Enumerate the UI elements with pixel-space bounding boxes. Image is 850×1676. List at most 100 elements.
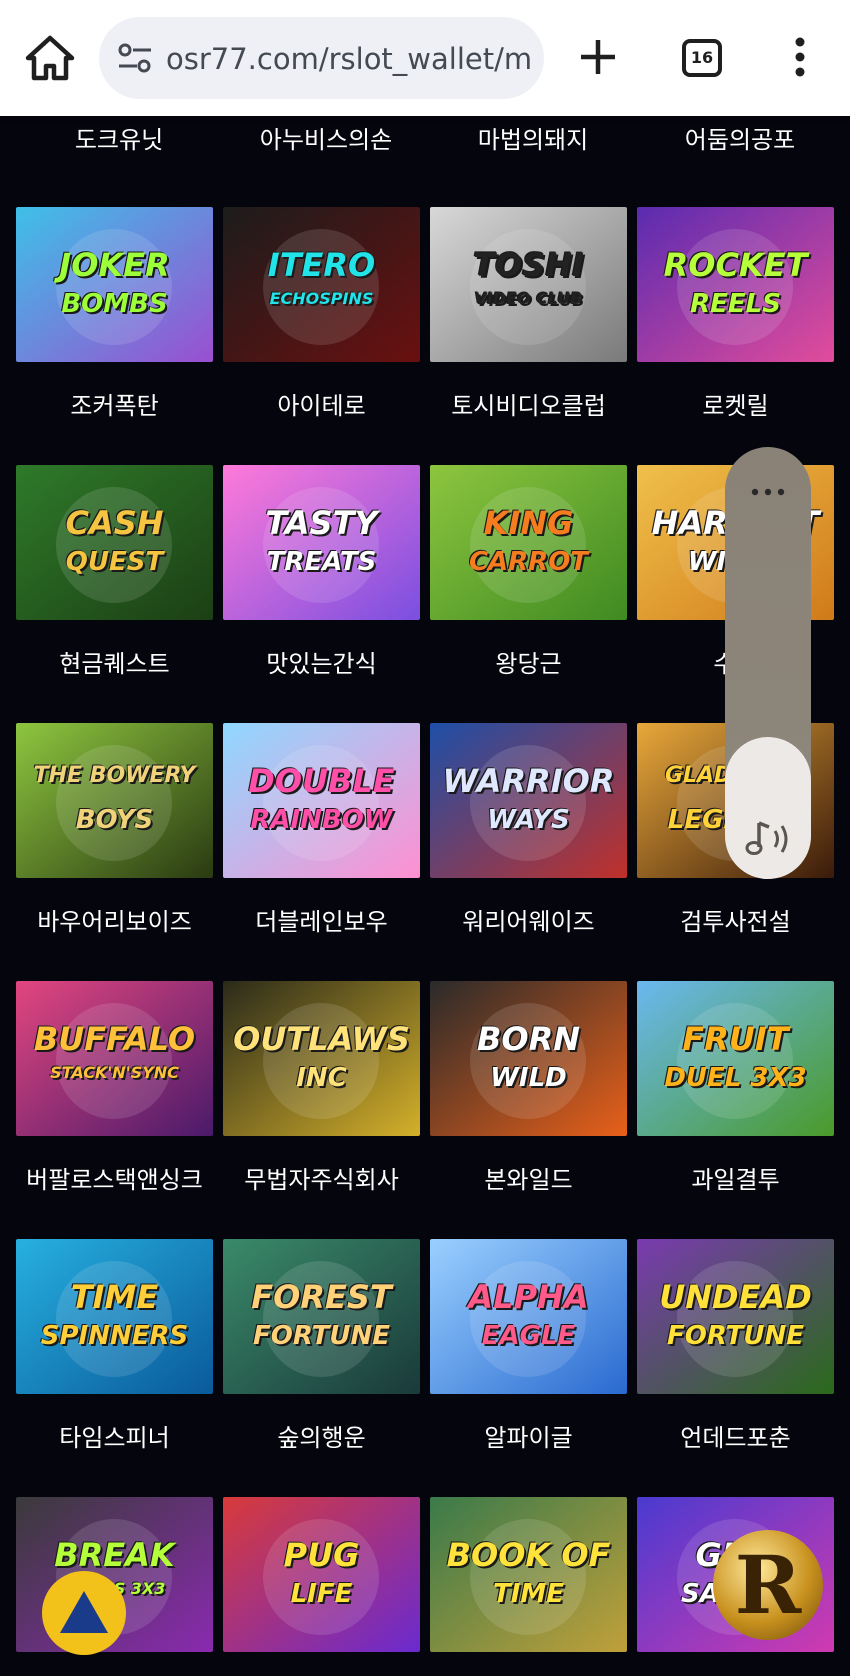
game-label[interactable]: 알파이글 bbox=[425, 1418, 632, 1453]
game-art-subtitle: RAINBOW bbox=[250, 805, 393, 835]
game-art-subtitle: FORTUNE bbox=[252, 1321, 391, 1351]
game-art-title: WARRIOR bbox=[442, 762, 615, 800]
game-artwork bbox=[430, 465, 627, 620]
floating-action-button[interactable] bbox=[42, 1571, 126, 1655]
game-thumbnail[interactable]: ALPHA EAGLE bbox=[430, 1239, 627, 1394]
game-artwork bbox=[430, 981, 627, 1136]
game-thumbnail[interactable]: UNDEAD FORTUNE bbox=[637, 1239, 834, 1394]
address-bar[interactable]: osr77.com/rslot_wallet/m/in bbox=[99, 17, 544, 99]
game-thumbnail[interactable]: BORN WILD bbox=[430, 981, 627, 1136]
plus-icon[interactable] bbox=[578, 36, 618, 78]
game-thumbnail[interactable]: ROCKET REELS bbox=[637, 207, 834, 362]
game-label[interactable]: 바우어리보이즈 bbox=[11, 902, 218, 937]
game-art-title: TIME bbox=[70, 1278, 159, 1316]
game-thumbnail[interactable]: BUFFALO STACK'N'SYNC bbox=[16, 981, 213, 1136]
game-thumbnail[interactable]: WARRIOR WAYS bbox=[430, 723, 627, 878]
game-art-subtitle: STACK'N'SYNC bbox=[50, 1063, 179, 1082]
game-label[interactable]: 맛있는간식 bbox=[218, 644, 425, 679]
game-thumbnail[interactable]: PUG LIFE bbox=[223, 1497, 420, 1652]
game-thumbnail[interactable]: CASH QUEST bbox=[16, 465, 213, 620]
game-artwork bbox=[223, 465, 420, 620]
game-art-title: BOOK OF bbox=[446, 1536, 611, 1574]
game-art-title: CASH bbox=[65, 504, 164, 542]
game-label[interactable]: 토시비디오클럽 bbox=[425, 386, 632, 421]
volume-panel[interactable] bbox=[725, 447, 811, 879]
game-label[interactable]: 검투사전설 bbox=[632, 902, 839, 937]
game-art-title: UNDEAD bbox=[659, 1278, 812, 1316]
game-art-title: ROCKET bbox=[663, 246, 808, 284]
game-label[interactable]: 숲의행운 bbox=[218, 1418, 425, 1453]
game-artwork bbox=[16, 723, 213, 878]
game-artwork bbox=[223, 981, 420, 1136]
game-label[interactable]: 왕당근 bbox=[425, 644, 632, 679]
game-artwork bbox=[16, 981, 213, 1136]
game-label[interactable]: 조커폭탄 bbox=[11, 386, 218, 421]
game-label[interactable]: 무법자주식회사 bbox=[218, 1160, 425, 1195]
game-art-subtitle: BOYS bbox=[75, 805, 154, 835]
more-horiz-icon[interactable] bbox=[751, 481, 785, 496]
music-note-volume-icon bbox=[743, 817, 793, 861]
game-art-title: FRUIT bbox=[682, 1020, 789, 1058]
game-artwork bbox=[637, 207, 834, 362]
game-art-subtitle: INC bbox=[296, 1063, 347, 1093]
game-label[interactable]: 아이테로 bbox=[218, 386, 425, 421]
game-artwork bbox=[223, 1239, 420, 1394]
game-art-title: TOSHI bbox=[473, 246, 584, 284]
game-thumbnail[interactable]: FRUIT DUEL 3X3 bbox=[637, 981, 834, 1136]
game-thumbnail[interactable]: ITERO ECHOSPINS bbox=[223, 207, 420, 362]
game-art-subtitle: EAGLE bbox=[481, 1321, 576, 1351]
game-art-subtitle: ECHOSPINS bbox=[269, 289, 374, 308]
game-art-subtitle: VIDEO CLUB bbox=[474, 289, 583, 308]
game-label[interactable]: 언데드포춘 bbox=[632, 1418, 839, 1453]
game-thumbnail[interactable]: TASTY TREATS bbox=[223, 465, 420, 620]
game-artwork bbox=[430, 723, 627, 878]
game-art-title: ITERO bbox=[267, 246, 376, 284]
game-art-title: PUG bbox=[283, 1536, 360, 1574]
game-art-title: OUTLAWS bbox=[233, 1020, 410, 1058]
game-art-subtitle: LIFE bbox=[290, 1579, 353, 1609]
game-label[interactable]: 타임스피너 bbox=[11, 1418, 218, 1453]
game-label[interactable]: 현금퀘스트 bbox=[11, 644, 218, 679]
game-thumbnail[interactable]: THE BOWERY BOYS bbox=[16, 723, 213, 878]
game-label[interactable]: 버팔로스택앤싱크 bbox=[11, 1160, 218, 1195]
game-art-subtitle: WAYS bbox=[487, 805, 570, 835]
game-label[interactable]: 아누비스의손 bbox=[226, 120, 426, 155]
game-label[interactable]: 본와일드 bbox=[425, 1160, 632, 1195]
game-artwork bbox=[223, 1497, 420, 1652]
game-artwork bbox=[430, 1497, 627, 1652]
game-art-subtitle: BOMBS bbox=[61, 289, 168, 319]
tab-switcher-button[interactable]: 16 bbox=[682, 39, 722, 77]
game-label[interactable]: 더블레인보우 bbox=[218, 902, 425, 937]
floating-logo-button[interactable]: R bbox=[713, 1530, 823, 1640]
game-label[interactable]: 어둠의공포 bbox=[640, 120, 840, 155]
game-thumbnail[interactable]: DOUBLE RAINBOW bbox=[223, 723, 420, 878]
game-art-title: DOUBLE bbox=[248, 762, 395, 800]
game-thumbnail[interactable]: OUTLAWS INC bbox=[223, 981, 420, 1136]
game-thumbnail[interactable]: JOKER BOMBS bbox=[16, 207, 213, 362]
game-label[interactable]: 워리어웨이즈 bbox=[425, 902, 632, 937]
volume-slider-handle[interactable] bbox=[725, 737, 811, 879]
game-art-title: FOREST bbox=[251, 1278, 392, 1316]
game-thumbnail[interactable]: TIME SPINNERS bbox=[16, 1239, 213, 1394]
home-icon[interactable] bbox=[24, 34, 76, 82]
game-art-title: BORN bbox=[476, 1020, 580, 1058]
more-vert-icon[interactable] bbox=[786, 36, 814, 78]
game-art-title: ALPHA bbox=[468, 1278, 589, 1316]
game-thumbnail[interactable]: KING CARROT bbox=[430, 465, 627, 620]
game-artwork bbox=[430, 207, 627, 362]
game-thumbnail[interactable]: BOOK OF TIME bbox=[430, 1497, 627, 1652]
game-art-subtitle: WILD bbox=[490, 1063, 567, 1093]
game-art-subtitle: DUEL 3X3 bbox=[664, 1063, 807, 1093]
game-label[interactable]: 과일결투 bbox=[632, 1160, 839, 1195]
game-thumbnail[interactable]: FOREST FORTUNE bbox=[223, 1239, 420, 1394]
url-text[interactable]: osr77.com/rslot_wallet/m/in bbox=[166, 39, 531, 79]
game-art-title: TASTY bbox=[265, 504, 378, 542]
game-art-subtitle: TIME bbox=[492, 1579, 565, 1609]
browser-toolbar: osr77.com/rslot_wallet/m/in 16 bbox=[0, 0, 850, 116]
game-art-title: BREAK bbox=[54, 1536, 175, 1574]
game-thumbnail[interactable]: TOSHI VIDEO CLUB bbox=[430, 207, 627, 362]
game-label[interactable]: 로켓릴 bbox=[632, 386, 839, 421]
game-label[interactable]: 마법의돼지 bbox=[433, 120, 633, 155]
tune-icon[interactable] bbox=[117, 41, 153, 75]
game-label[interactable]: 도크유닛 bbox=[19, 120, 219, 155]
